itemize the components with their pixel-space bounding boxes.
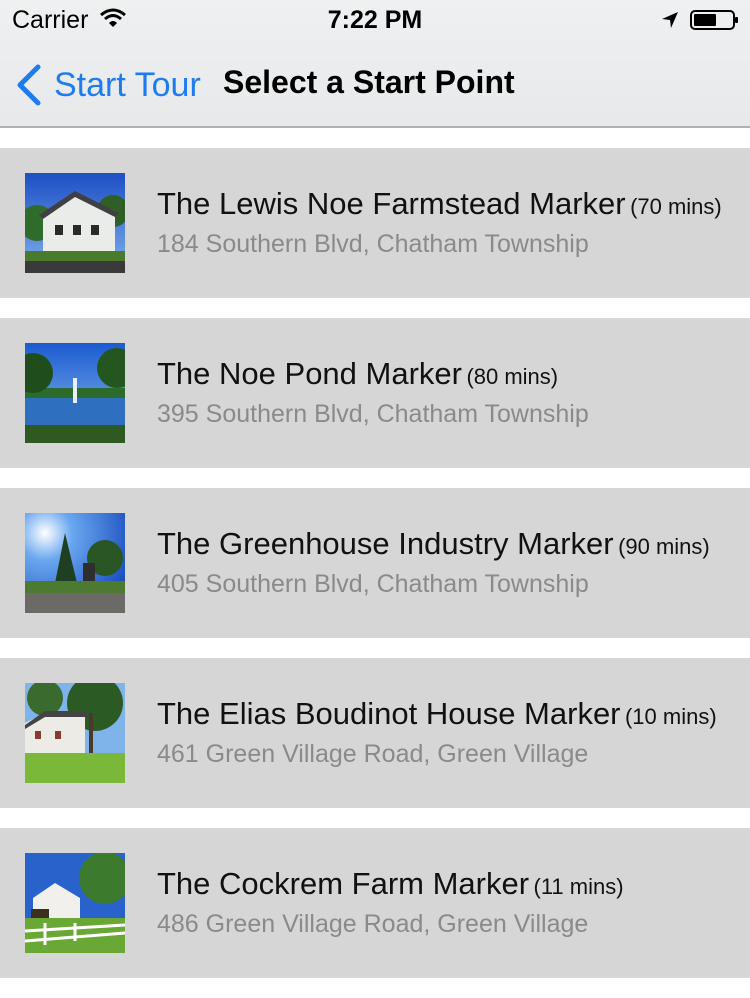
marker-title-line: The Noe Pond Marker (80 mins): [157, 356, 558, 392]
navigation-header: Carrier 7:22 PM Start Tour Select a Star…: [0, 0, 750, 128]
pond-photo: [25, 343, 125, 443]
marker-address: 461 Green Village Road, Green Village: [157, 740, 589, 768]
marker-title-line: The Lewis Noe Farmstead Marker (70 mins): [157, 186, 722, 222]
marker-duration: (90 mins): [618, 534, 710, 559]
list-item[interactable]: The Elias Boudinot House Marker (10 mins…: [0, 658, 750, 808]
marker-duration: (70 mins): [630, 194, 722, 219]
greenhouse-photo: [25, 513, 125, 613]
list-item[interactable]: The Cockrem Farm Marker (11 mins) 486 Gr…: [0, 828, 750, 978]
chevron-left-icon: [17, 64, 41, 106]
marker-title: The Cockrem Farm Marker: [157, 866, 530, 901]
nav-bar: Start Tour Select a Start Point: [0, 50, 750, 120]
marker-title: The Lewis Noe Farmstead Marker: [157, 186, 626, 221]
battery-icon: [690, 10, 738, 30]
marker-title-line: The Elias Boudinot House Marker (10 mins…: [157, 696, 717, 732]
list-item[interactable]: The Greenhouse Industry Marker (90 mins)…: [0, 488, 750, 638]
marker-title-line: The Cockrem Farm Marker (11 mins): [157, 866, 624, 902]
page-title: Select a Start Point: [223, 64, 515, 100]
marker-address: 184 Southern Blvd, Chatham Township: [157, 230, 589, 258]
marker-address: 395 Southern Blvd, Chatham Township: [157, 400, 589, 428]
list-item[interactable]: The Noe Pond Marker (80 mins) 395 Southe…: [0, 318, 750, 468]
farmstead-photo: [25, 173, 125, 273]
location-arrow-icon: [662, 12, 678, 28]
farm-photo: [25, 853, 125, 953]
back-button-label: Start Tour: [54, 65, 201, 104]
marker-address: 405 Southern Blvd, Chatham Township: [157, 570, 589, 598]
list-item[interactable]: The Lewis Noe Farmstead Marker (70 mins)…: [0, 148, 750, 298]
marker-title-line: The Greenhouse Industry Marker (90 mins): [157, 526, 710, 562]
marker-title: The Noe Pond Marker: [157, 356, 462, 391]
start-point-list: The Lewis Noe Farmstead Marker (70 mins)…: [0, 148, 750, 998]
status-bar: Carrier 7:22 PM: [0, 0, 750, 40]
marker-duration: (11 mins): [533, 874, 624, 899]
marker-duration: (80 mins): [466, 364, 559, 389]
status-time: 7:22 PM: [327, 6, 423, 34]
back-button[interactable]: Start Tour: [14, 60, 201, 110]
marker-title: The Greenhouse Industry Marker: [157, 526, 614, 561]
marker-title: The Elias Boudinot House Marker: [157, 696, 621, 731]
marker-address: 486 Green Village Road, Green Village: [157, 910, 589, 938]
marker-duration: (10 mins): [624, 704, 717, 729]
house-photo: [25, 683, 125, 783]
